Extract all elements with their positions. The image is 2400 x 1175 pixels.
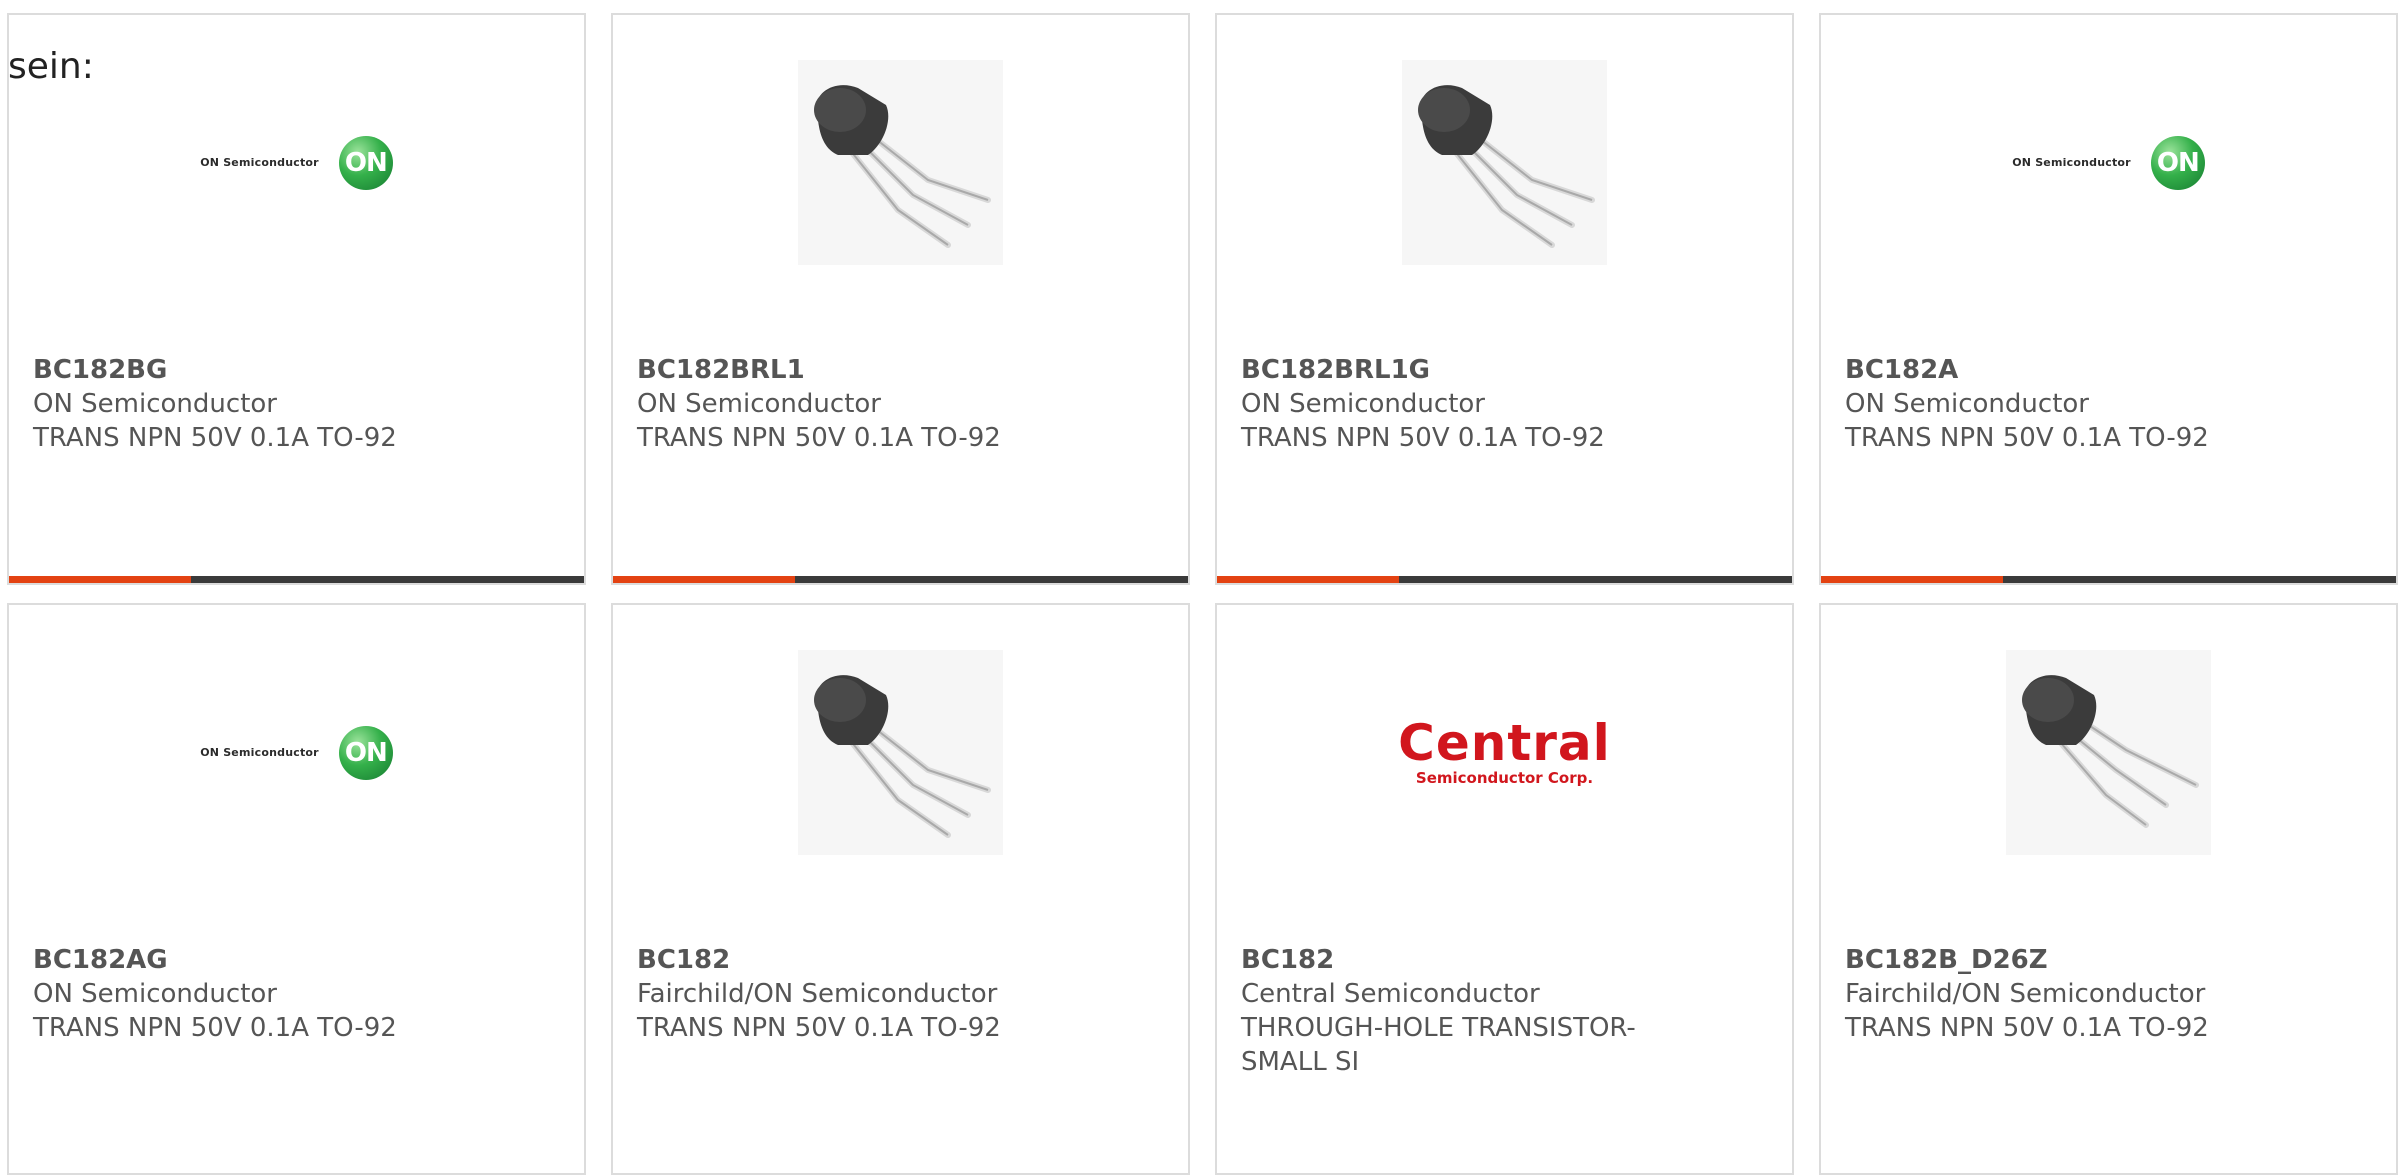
transistor-image: [798, 650, 1003, 855]
part-number[interactable]: BC182BRL1: [637, 353, 1048, 387]
product-image: Central Semiconductor Corp.: [1217, 650, 1792, 855]
manufacturer: Fairchild/ON Semiconductor: [637, 979, 998, 1009]
manufacturer: ON Semiconductor: [33, 979, 277, 1009]
transistor-image: [1402, 60, 1607, 265]
transistor-image: [2006, 650, 2211, 855]
card-progress-accent: [9, 576, 191, 583]
manufacturer: Central Semiconductor: [1241, 979, 1540, 1009]
part-number[interactable]: BC182B_D26Z: [1845, 943, 2256, 977]
manufacturer: ON Semiconductor: [1241, 389, 1485, 419]
description: TRANS NPN 50V 0.1A TO-92: [1845, 1013, 2209, 1043]
card-progress-accent: [613, 576, 795, 583]
card-progress-bar: [1217, 576, 1792, 583]
part-number[interactable]: BC182BRL1G: [1241, 353, 1652, 387]
description: TRANS NPN 50V 0.1A TO-92: [33, 1013, 397, 1043]
on-semiconductor-logo: ON Semiconductor ON: [200, 135, 393, 190]
description: TRANS NPN 50V 0.1A TO-92: [637, 1013, 1001, 1043]
product-image: [613, 60, 1188, 265]
product-image: ON Semiconductor ON: [1821, 60, 2396, 265]
part-number[interactable]: BC182BG: [33, 353, 444, 387]
card-progress-accent: [1217, 576, 1399, 583]
product-card[interactable]: Central Semiconductor Corp. BC182 Centra…: [1215, 603, 1794, 1175]
card-progress-bar: [1821, 576, 2396, 583]
part-number[interactable]: BC182A: [1845, 353, 2256, 387]
product-image: [613, 650, 1188, 855]
description: TRANS NPN 50V 0.1A TO-92: [33, 423, 397, 453]
manufacturer: ON Semiconductor: [33, 389, 277, 419]
product-image: [1821, 650, 2396, 855]
product-card[interactable]: ON Semiconductor ON BC182AG ON Semicondu…: [7, 603, 586, 1175]
part-number[interactable]: BC182: [637, 943, 1048, 977]
card-progress-accent: [1821, 576, 2003, 583]
description: TRANS NPN 50V 0.1A TO-92: [1845, 423, 2209, 453]
card-progress-bar: [613, 576, 1188, 583]
product-card[interactable]: ON Semiconductor ON BC182BG ON Semicondu…: [7, 13, 586, 585]
product-card[interactable]: BC182B_D26Z Fairchild/ON Semiconductor T…: [1819, 603, 2398, 1175]
manufacturer: ON Semiconductor: [637, 389, 881, 419]
description: TRANS NPN 50V 0.1A TO-92: [637, 423, 1001, 453]
part-number[interactable]: BC182AG: [33, 943, 444, 977]
central-semiconductor-logo: Central Semiconductor Corp.: [1398, 713, 1611, 787]
card-progress-bar: [9, 576, 584, 583]
product-image: [1217, 60, 1792, 265]
description: TRANS NPN 50V 0.1A TO-92: [1241, 423, 1605, 453]
product-card[interactable]: ON Semiconductor ON BC182A ON Semiconduc…: [1819, 13, 2398, 585]
transistor-image: [798, 60, 1003, 265]
manufacturer: ON Semiconductor: [1845, 389, 2089, 419]
intro-text: sein:: [8, 46, 94, 87]
description: THROUGH-HOLE TRANSISTOR-SMALL SI: [1241, 1013, 1636, 1077]
product-card[interactable]: BC182BRL1 ON Semiconductor TRANS NPN 50V…: [611, 13, 1190, 585]
on-semiconductor-logo: ON Semiconductor ON: [200, 725, 393, 780]
manufacturer: Fairchild/ON Semiconductor: [1845, 979, 2206, 1009]
product-image: ON Semiconductor ON: [9, 60, 584, 265]
product-card[interactable]: BC182BRL1G ON Semiconductor TRANS NPN 50…: [1215, 13, 1794, 585]
on-semiconductor-logo: ON Semiconductor ON: [2012, 135, 2205, 190]
product-grid: ON Semiconductor ON BC182BG ON Semicondu…: [7, 13, 2398, 1175]
product-image: ON Semiconductor ON: [9, 650, 584, 855]
product-card[interactable]: BC182 Fairchild/ON Semiconductor TRANS N…: [611, 603, 1190, 1175]
part-number[interactable]: BC182: [1241, 943, 1652, 977]
